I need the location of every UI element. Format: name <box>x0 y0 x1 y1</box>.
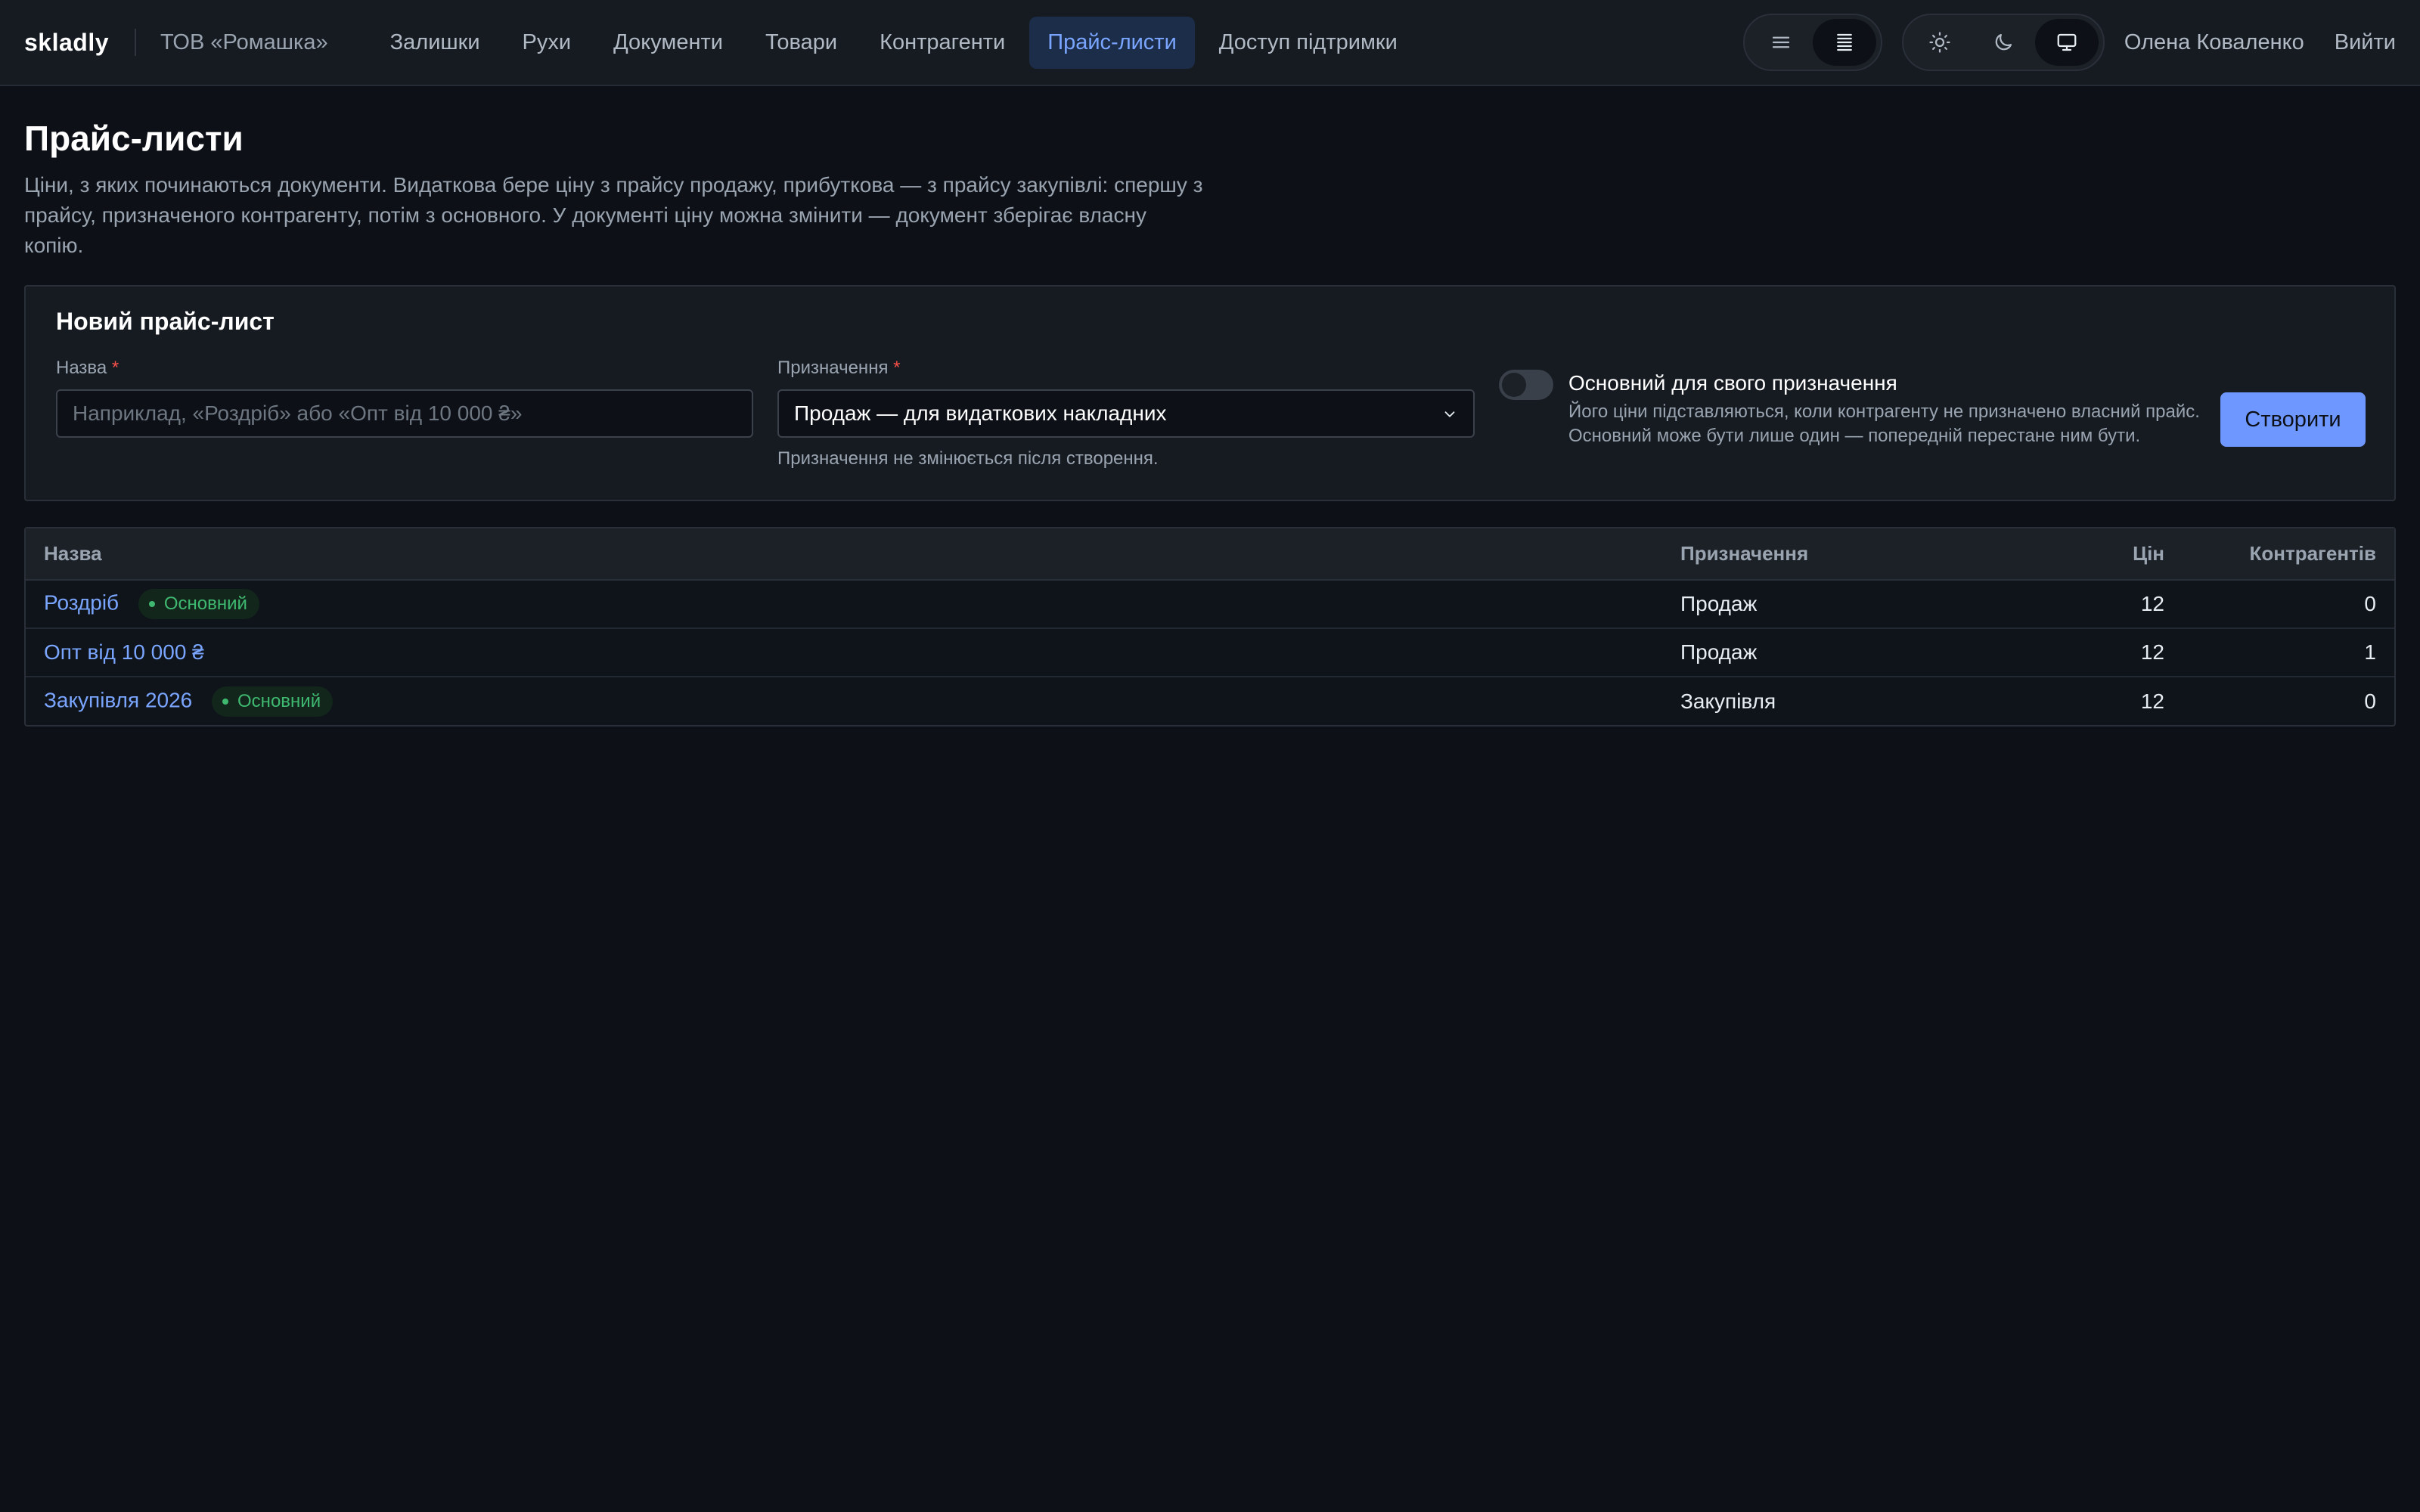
topbar-actions: Олена Коваленко Вийти <box>1723 14 2396 71</box>
nav-item-documents[interactable]: Документи <box>595 17 741 69</box>
default-toggle[interactable] <box>1499 370 1553 401</box>
sun-icon <box>1929 32 1950 53</box>
user-name[interactable]: Олена Коваленко <box>2124 30 2304 55</box>
new-price-list-form: Новий прайс-лист Назва * Призначення * П… <box>24 285 2396 502</box>
form-title: Новий прайс-лист <box>56 308 275 336</box>
counterparties-count-cell: 0 <box>2183 676 2394 726</box>
name-label-text: Назва <box>56 358 107 379</box>
nav-item-movements[interactable]: Рухи <box>504 17 590 69</box>
logout-button[interactable]: Вийти <box>2335 30 2396 55</box>
table-row[interactable]: Закупівля 2026 Основний Закупівля 12 0 <box>26 676 2394 726</box>
prices-count-cell: 12 <box>1941 627 2183 677</box>
page-title: Прайс-листи <box>24 119 244 158</box>
required-mark: * <box>111 358 119 379</box>
price-list-link[interactable]: Роздріб <box>44 591 119 615</box>
column-header-prices[interactable]: Цін <box>1941 528 2183 581</box>
density-toggle <box>1742 14 1882 71</box>
list-dense-icon <box>1836 33 1852 51</box>
divider <box>135 29 137 56</box>
theme-system-button[interactable] <box>2034 19 2099 66</box>
default-toggle-description: Його ціни підставляються, коли контраген… <box>1568 401 2200 447</box>
default-badge-label: Основний <box>237 690 321 711</box>
default-badge-label: Основний <box>163 593 247 615</box>
nav-item-price-lists[interactable]: Прайс-листи <box>1029 16 1195 69</box>
theme-dark-button[interactable] <box>1972 19 2035 66</box>
list-icon <box>1772 36 1789 48</box>
prices-count-cell: 12 <box>1941 676 2183 726</box>
monitor-icon <box>2057 33 2077 51</box>
name-cell: Опт від 10 000 ₴ <box>26 627 1662 677</box>
name-input[interactable] <box>56 389 753 438</box>
name-cell: Роздріб Основний <box>26 580 1662 628</box>
table-row[interactable]: Роздріб Основний Продаж 12 0 <box>26 580 2394 628</box>
table-row[interactable]: Опт від 10 000 ₴ Продаж 12 1 <box>26 627 2394 677</box>
main-nav: Залишки Рухи Документи Товари Контрагент… <box>372 16 1416 69</box>
name-field-label: Назва * <box>56 358 119 379</box>
column-header-counterparties[interactable]: Контрагентів <box>2183 528 2394 581</box>
create-button[interactable]: Створити <box>2220 392 2366 448</box>
purpose-label-text: Призначення <box>777 358 889 379</box>
theme-light-button[interactable] <box>1908 19 1972 66</box>
nav-item-products[interactable]: Товари <box>747 17 855 69</box>
nav-item-stock[interactable]: Залишки <box>372 17 498 69</box>
price-list-link[interactable]: Закупівля 2026 <box>44 688 192 711</box>
brand-logo[interactable]: skladly <box>24 29 109 57</box>
nav-item-support-access[interactable]: Доступ підтримки <box>1201 17 1416 69</box>
purpose-select-value: Продаж — для видаткових накладних <box>794 401 1167 426</box>
organization-name: ТОВ «Ромашка» <box>160 29 328 54</box>
top-bar: skladly ТОВ «Ромашка» Залишки Рухи Докум… <box>0 0 2420 86</box>
purpose-hint: Призначення не змінюється після створенн… <box>777 448 1159 469</box>
required-mark: * <box>893 358 901 379</box>
default-badge: Основний <box>212 686 334 717</box>
default-toggle-label: Основний для свого призначення <box>1568 371 1897 395</box>
purpose-cell: Закупівля <box>1662 676 1941 726</box>
column-header-purpose[interactable]: Призначення <box>1662 528 1941 581</box>
price-list-link[interactable]: Опт від 10 000 ₴ <box>44 640 204 664</box>
counterparties-count-cell: 1 <box>2183 627 2394 677</box>
theme-toggle <box>1901 14 2105 71</box>
default-badge: Основний <box>138 589 259 620</box>
density-comfortable-button[interactable] <box>1749 19 1813 66</box>
prices-count-cell: 12 <box>2140 592 2164 616</box>
status-dot-icon <box>222 698 229 705</box>
status-dot-icon <box>148 601 155 608</box>
purpose-cell: Продаж <box>1680 592 1758 616</box>
purpose-select[interactable]: Продаж — для видаткових накладних <box>777 389 1475 438</box>
moon-icon <box>1995 33 2012 51</box>
name-cell: Закупівля 2026 Основний <box>26 676 1662 726</box>
main-content: Прайс-листи Ціни, з яких починаються док… <box>24 86 2396 727</box>
chevron-down-icon <box>1444 411 1455 417</box>
density-compact-button[interactable] <box>1812 19 1876 66</box>
price-lists-table: Назва Призначення Цін Контрагентів Роздр… <box>24 527 2396 727</box>
purpose-field-label: Призначення * <box>777 358 900 379</box>
toggle-knob <box>1502 373 1526 398</box>
column-header-name[interactable]: Назва <box>26 528 1662 581</box>
counterparties-count-cell: 0 <box>2364 592 2376 616</box>
nav-item-counterparties[interactable]: Контрагенти <box>861 17 1023 69</box>
purpose-cell: Продаж <box>1662 627 1941 677</box>
page-description: Ціни, з яких починаються документи. Вида… <box>24 173 1203 258</box>
table-header-row: Назва Призначення Цін Контрагентів <box>26 528 2394 581</box>
